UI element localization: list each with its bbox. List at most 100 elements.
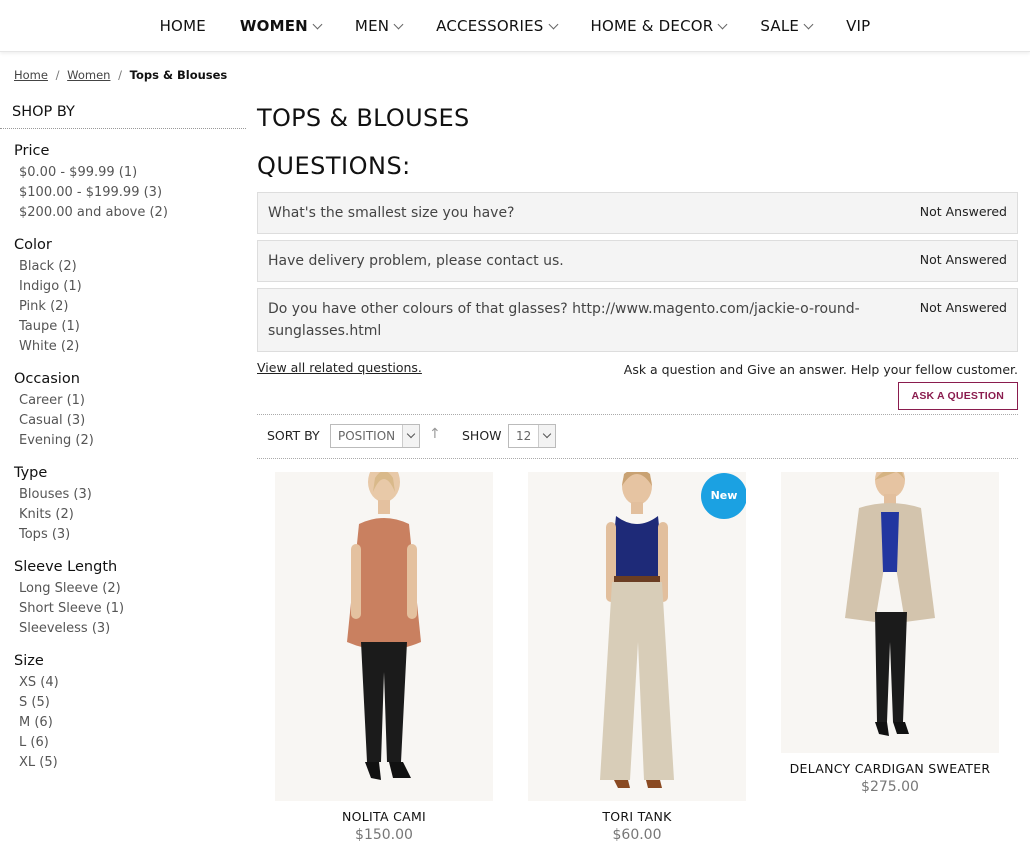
question-status: Not Answered (919, 252, 1007, 267)
filter-title: Color (14, 237, 52, 253)
filter-title: Type (14, 465, 48, 481)
layered-navigation: SHOP BY Price $0.00 - $99.99 (1) $100.00… (0, 104, 246, 773)
question-status: Not Answered (919, 300, 1007, 315)
question-item[interactable]: What's the smallest size you have? Not A… (257, 192, 1018, 234)
nav-item-women[interactable]: WOMEN (223, 17, 338, 35)
question-text: What's the smallest size you have? (268, 205, 515, 221)
filter-option[interactable]: Career (1) (19, 391, 246, 411)
product-item: DELANCY CARDIGAN SWEATER $275.00 (781, 472, 999, 795)
question-text: Do you have other colours of that glasse… (268, 301, 860, 339)
filter-option[interactable]: Indigo (1) (19, 277, 246, 297)
sort-by-label: SORT BY (267, 428, 320, 443)
filter-option[interactable]: L (6) (19, 733, 246, 753)
filter-group-price: Price $0.00 - $99.99 (1) $100.00 - $199.… (0, 129, 246, 223)
model-silhouette-illustration (781, 472, 999, 753)
sort-direction-arrow-icon[interactable]: ↑ (429, 426, 441, 442)
filter-option[interactable]: Blouses (3) (19, 485, 246, 505)
filter-group-size: Size XS (4) S (5) M (6) L (6) XL (5) (0, 639, 246, 773)
product-image[interactable]: New (528, 472, 746, 801)
filter-group-type: Type Blouses (3) Knits (2) Tops (3) (0, 451, 246, 545)
filter-group-occasion: Occasion Career (1) Casual (3) Evening (… (0, 357, 246, 451)
questions-list: What's the smallest size you have? Not A… (257, 192, 1018, 352)
product-price: $150.00 (355, 827, 413, 843)
filter-option[interactable]: Tops (3) (19, 525, 246, 545)
filter-option[interactable]: $0.00 - $99.99 (1) (19, 163, 246, 183)
show-limit-select[interactable]: 12 (508, 424, 556, 448)
filter-option[interactable]: $100.00 - $199.99 (3) (19, 183, 246, 203)
question-item[interactable]: Have delivery problem, please contact us… (257, 240, 1018, 282)
filter-option[interactable]: M (6) (19, 713, 246, 733)
product-name[interactable]: TORI TANK (528, 809, 746, 824)
breadcrumb-link-women[interactable]: Women (67, 68, 110, 82)
nav-item-label: HOME (159, 17, 206, 35)
product-item: NOLITA CAMI $150.00 (275, 472, 493, 843)
nav-item-home-decor[interactable]: HOME & DECOR (574, 17, 744, 35)
questions-heading: QUESTIONS: (257, 152, 411, 180)
nav-item-home[interactable]: HOME (143, 17, 223, 35)
product-toolbar: SORT BY POSITION ↑ SHOW 12 (257, 414, 1018, 459)
show-limit-value: 12 (516, 429, 532, 443)
filter-option[interactable]: $200.00 and above (2) (19, 203, 246, 223)
nav-item-men[interactable]: MEN (338, 17, 419, 35)
filter-option[interactable]: XL (5) (19, 753, 246, 773)
filter-title: Occasion (14, 371, 80, 387)
product-name[interactable]: NOLITA CAMI (275, 809, 493, 824)
filter-option[interactable]: Pink (2) (19, 297, 246, 317)
ask-question-button[interactable]: ASK A QUESTION (897, 382, 1018, 410)
shop-by-heading: SHOP BY (0, 104, 246, 129)
top-navigation: HOME WOMEN MEN ACCESSORIES HOME & DECOR … (0, 0, 1030, 52)
product-image[interactable] (275, 472, 493, 801)
filter-option[interactable]: Black (2) (19, 257, 246, 277)
filter-option[interactable]: Evening (2) (19, 431, 246, 451)
nav-item-vip[interactable]: VIP (829, 17, 887, 35)
new-badge: New (701, 473, 746, 519)
view-all-questions-link[interactable]: View all related questions. (257, 360, 422, 375)
product-price: $60.00 (612, 827, 662, 843)
breadcrumb: Home / Women / Tops & Blouses (14, 68, 227, 82)
nav-item-accessories[interactable]: ACCESSORIES (419, 17, 573, 35)
chevron-down-icon (393, 19, 404, 29)
product-image[interactable] (781, 472, 999, 753)
filter-option[interactable]: XS (4) (19, 673, 246, 693)
chevron-down-icon (538, 425, 555, 447)
product-item: New TORI TANK $60.00 (528, 472, 746, 843)
product-grid: NOLITA CAMI $150.00 New TORI TANK $60.00 (257, 472, 1018, 849)
chevron-down-icon (402, 425, 419, 447)
ask-question-prompt: Ask a question and Give an answer. Help … (623, 362, 1018, 377)
filter-option[interactable]: Long Sleeve (2) (19, 579, 246, 599)
nav-item-label: VIP (846, 17, 871, 35)
sort-by-select[interactable]: POSITION (330, 424, 420, 448)
show-label: SHOW (462, 428, 502, 443)
filter-option[interactable]: Taupe (1) (19, 317, 246, 337)
breadcrumb-separator: / (55, 68, 60, 82)
question-item[interactable]: Do you have other colours of that glasse… (257, 288, 1018, 352)
chevron-down-icon (717, 19, 728, 29)
filter-title: Price (14, 143, 50, 159)
filter-option[interactable]: S (5) (19, 693, 246, 713)
filter-option[interactable]: White (2) (19, 337, 246, 357)
filter-group-color: Color Black (2) Indigo (1) Pink (2) Taup… (0, 223, 246, 357)
model-silhouette-illustration (528, 472, 746, 801)
nav-item-sale[interactable]: SALE (743, 17, 829, 35)
nav-item-label: MEN (354, 17, 390, 35)
filter-option[interactable]: Short Sleeve (1) (19, 599, 246, 619)
filter-title: Size (14, 653, 44, 669)
model-silhouette-illustration (275, 472, 493, 801)
filter-option[interactable]: Casual (3) (19, 411, 246, 431)
filter-group-sleeve-length: Sleeve Length Long Sleeve (2) Short Slee… (0, 545, 246, 639)
product-price: $275.00 (861, 779, 919, 795)
filter-option[interactable]: Sleeveless (3) (19, 619, 246, 639)
breadcrumb-link-home[interactable]: Home (14, 68, 48, 82)
chevron-down-icon (312, 19, 323, 29)
questions-footer: View all related questions. Ask a questi… (257, 358, 1018, 410)
sort-by-value: POSITION (338, 429, 396, 443)
page-title: TOPS & BLOUSES (257, 104, 470, 132)
question-status: Not Answered (919, 204, 1007, 219)
chevron-down-icon (548, 19, 558, 29)
nav-item-label: ACCESSORIES (436, 17, 544, 35)
filter-option[interactable]: Knits (2) (19, 505, 246, 525)
product-name[interactable]: DELANCY CARDIGAN SWEATER (781, 761, 999, 776)
filter-title: Sleeve Length (14, 559, 118, 575)
breadcrumb-separator: / (118, 68, 122, 82)
nav-item-label: SALE (760, 17, 800, 35)
